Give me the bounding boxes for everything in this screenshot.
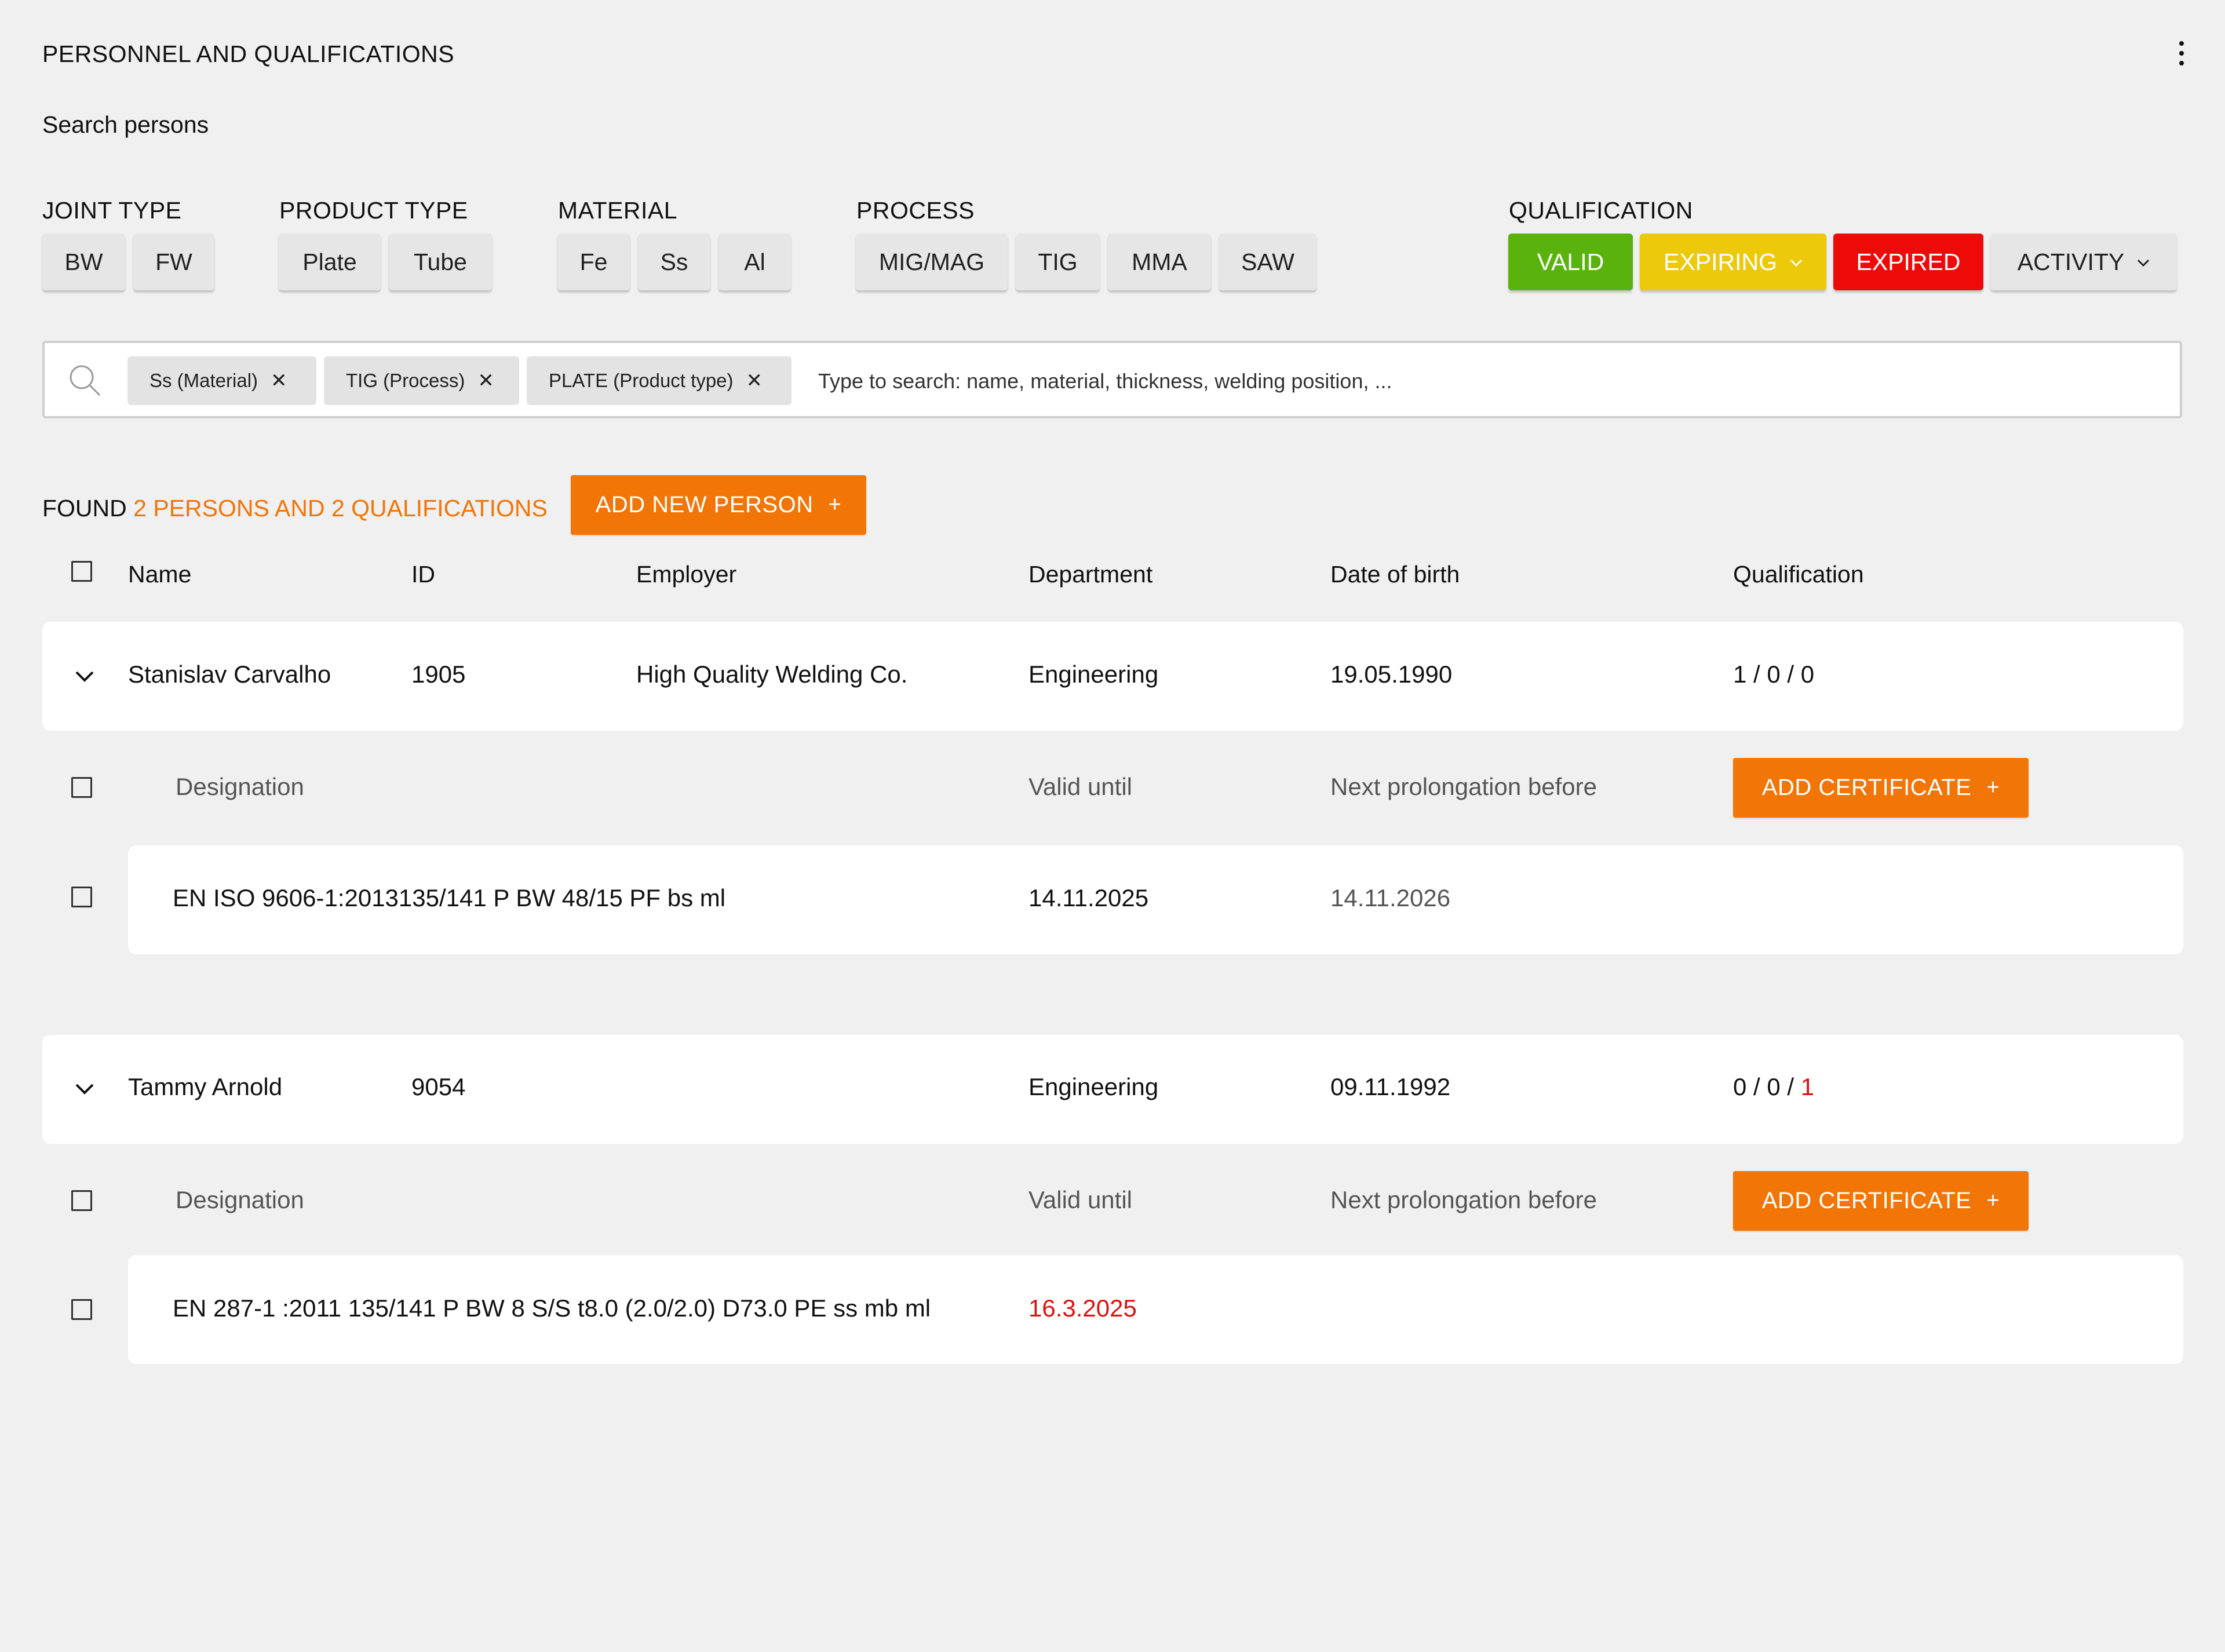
filter-al-button[interactable]: Al [718,234,791,290]
chevron-down-icon[interactable] [73,1080,96,1097]
cert-header-next-prolongation: Next prolongation before [1330,773,1597,800]
person-qualification-counts: 0 / 0 / 1 [1733,1073,1815,1100]
found-label: FOUND [42,495,127,522]
certificate-valid-until: 14.11.2025 [1028,884,1149,911]
page-title: PERSONNEL AND QUALIFICATIONS [42,41,455,67]
search-tag-label: Ss (Material) [149,370,258,391]
plus-icon: + [1986,775,2000,800]
certificate-designation: EN ISO 9606-1:2013135/141 P BW 48/15 PF … [173,884,726,911]
qual-valid-count: 1 [1733,661,1747,688]
joint-type-label: JOINT TYPE [42,197,182,224]
filter-fw-button[interactable]: FW [133,234,214,290]
person-name: Stanislav Carvalho [128,661,331,688]
column-header-dob: Date of birth [1330,561,1460,588]
close-icon[interactable]: ✕ [746,369,763,392]
search-icon [67,363,102,397]
qual-expiring-count: 0 [1767,1073,1781,1100]
plus-icon: + [1986,1188,2000,1213]
product-type-label: PRODUCT TYPE [279,197,468,224]
search-tag-label: TIG (Process) [346,370,465,391]
select-certificates-checkbox[interactable] [71,1190,92,1211]
certificate-designation: EN 287-1 :2011 135/141 P BW 8 S/S t8.0 (… [173,1294,931,1322]
filter-saw-button[interactable]: SAW [1219,234,1316,290]
filter-tube-button[interactable]: Tube [389,234,492,290]
column-header-department: Department [1028,561,1153,588]
qual-expired-count: 0 [1800,661,1815,688]
search-tag: PLATE (Product type) ✕ [527,356,791,405]
select-certificates-checkbox[interactable] [71,777,92,798]
person-name: Tammy Arnold [128,1073,283,1100]
column-header-id: ID [411,561,435,588]
add-certificate-button[interactable]: ADD CERTIFICATE + [1733,758,2029,818]
chevron-down-icon [2137,253,2150,271]
material-label: MATERIAL [558,197,677,224]
person-department: Engineering [1028,1073,1159,1100]
chevron-down-icon [1790,253,1803,271]
person-dob: 09.11.1992 [1330,1073,1451,1100]
filter-tig-button[interactable]: TIG [1016,234,1100,290]
qual-expired-count: 1 [1800,1073,1815,1100]
filter-activity-button[interactable]: ACTIVITY [1990,234,2177,290]
cert-header-valid-until: Valid until [1028,773,1132,800]
certificate-next-prolongation: 14.11.2026 [1330,884,1451,911]
search-tag: TIG (Process) ✕ [324,356,519,405]
person-id: 1905 [411,661,466,688]
cert-header-designation: Designation [176,1186,304,1213]
more-options-icon[interactable] [2167,36,2196,71]
certificate-checkbox[interactable] [71,1299,92,1320]
section-subtitle: Search persons [42,111,209,138]
cert-header-valid-until: Valid until [1028,1186,1132,1213]
plus-icon: + [828,493,842,517]
column-header-qualification: Qualification [1733,561,1864,588]
cert-header-next-prolongation: Next prolongation before [1330,1186,1597,1213]
filter-valid-button[interactable]: VALID [1508,234,1633,290]
select-all-checkbox[interactable] [71,561,92,582]
filter-ss-button[interactable]: Ss [638,234,710,290]
qualification-label: QUALIFICATION [1509,197,1693,224]
search-tag-label: PLATE (Product type) [549,370,734,391]
add-new-person-button[interactable]: ADD NEW PERSON + [571,475,866,535]
person-department: Engineering [1028,661,1159,688]
filter-expired-button[interactable]: EXPIRED [1833,234,1983,290]
filter-mig-mag-button[interactable]: MIG/MAG [856,234,1008,290]
column-header-name: Name [128,561,192,588]
person-id: 9054 [411,1073,466,1100]
results-summary: FOUND 2 PERSONS AND 2 QUALIFICATIONS [42,495,548,522]
found-count: 2 PERSONS AND 2 QUALIFICATIONS [133,495,548,522]
expiring-label: EXPIRING [1664,248,1777,275]
qual-valid-count: 0 [1733,1073,1747,1100]
add-certificate-button[interactable]: ADD CERTIFICATE + [1733,1171,2029,1231]
search-tag: Ss (Material) ✕ [127,356,316,405]
add-certificate-label: ADD CERTIFICATE [1761,1188,1972,1213]
person-qualification-counts: 1 / 0 / 0 [1733,661,1815,688]
add-new-person-label: ADD NEW PERSON [595,492,814,517]
filter-mma-button[interactable]: MMA [1108,234,1211,290]
filter-expiring-button[interactable]: EXPIRING [1640,234,1826,290]
certificate-valid-until: 16.3.2025 [1028,1294,1137,1322]
search-input[interactable] [817,363,2152,400]
certificate-checkbox[interactable] [71,887,92,907]
filter-plate-button[interactable]: Plate [279,234,381,290]
close-icon[interactable]: ✕ [271,369,287,392]
person-employer: High Quality Welding Co. [636,661,908,688]
chevron-down-icon[interactable] [73,668,96,685]
person-dob: 19.05.1990 [1330,661,1453,688]
close-icon[interactable]: ✕ [477,369,494,392]
activity-label: ACTIVITY [2017,248,2125,275]
filter-fe-button[interactable]: Fe [557,234,630,290]
qual-expiring-count: 0 [1767,661,1781,688]
add-certificate-label: ADD CERTIFICATE [1761,775,1972,800]
column-header-employer: Employer [636,561,737,588]
process-label: PROCESS [856,197,975,224]
filter-bw-button[interactable]: BW [42,234,125,290]
cert-header-designation: Designation [176,773,304,800]
